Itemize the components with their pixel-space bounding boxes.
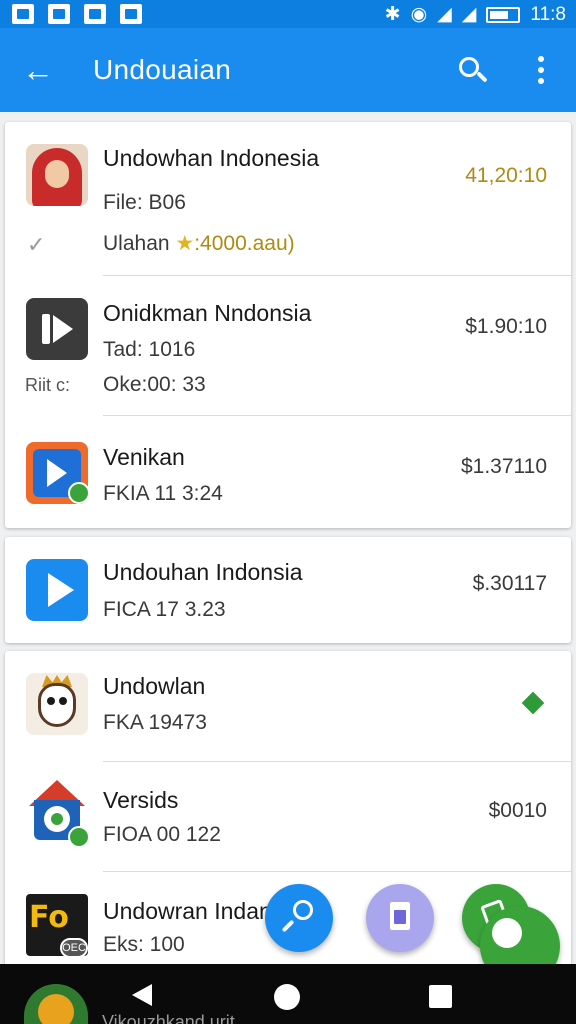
battery-icon [486, 6, 521, 23]
item-title: Undowlan [103, 673, 206, 699]
search-fab[interactable] [265, 884, 333, 952]
item-price: 41,20:10 [465, 164, 547, 187]
circle-icon [492, 918, 522, 948]
item-title: Onidkman Nndonsia [103, 300, 312, 326]
status-bar: ✱ ◉ ◢ ◢ 11:8 [0, 0, 576, 28]
bluetooth-icon: ✱ [384, 4, 401, 25]
item-file: FKIA 11 3:24 [103, 482, 223, 505]
item-title: Undowhan Indonesia [103, 145, 320, 171]
list-item[interactable]: Undowhan Indonesia File: B06 Ulahan ★:40… [5, 122, 571, 276]
shop-icon [120, 4, 142, 24]
peek-text: Vikouzhkand urit [102, 1012, 235, 1024]
more-vert-icon[interactable] [526, 50, 556, 90]
p-icon [84, 4, 106, 24]
signal-icon: ◢ [461, 4, 477, 25]
item-title: Versids [103, 787, 179, 813]
item-file: Tad: 1016 [103, 338, 196, 361]
list-item[interactable]: Undowlan FKA 19473 [5, 651, 571, 762]
system-icons: ✱ ◉ ◢ ◢ 11:8 [385, 3, 566, 26]
item-title: Undouhan Indonsia [103, 559, 303, 585]
item-file: FICA 17 3.23 [103, 598, 226, 621]
item-price: $0010 [488, 799, 547, 822]
hijab-portrait-icon [26, 144, 88, 206]
signal-icon: ◢ [437, 4, 452, 25]
dark-play-icon [26, 298, 88, 360]
rating-label: Ulahan [103, 232, 176, 255]
page-title: Undouaian [93, 54, 232, 85]
blue-play-icon [26, 559, 88, 621]
item-time: Oke:00: 33 [103, 373, 206, 396]
item-title: Venikan [103, 444, 185, 470]
item-rating: Ulahan ★:4000.aau) [103, 231, 295, 256]
search-icon [293, 900, 313, 920]
star-icon: ★ [175, 232, 195, 255]
list-item[interactable]: Versids FIOA 00 122 $0010 [5, 762, 571, 872]
item-price: $.30117 [472, 572, 547, 595]
item-file: Eks: 100 [103, 933, 185, 956]
list-item[interactable]: Undouhan Indonsia FICA 17 3.23 $.30117 [5, 537, 571, 643]
nav-home-icon[interactable] [274, 984, 300, 1010]
wifi-icon: ◉ [410, 4, 428, 25]
item-price: $1.37110 [460, 455, 547, 478]
green-diamond-icon [521, 691, 545, 715]
play-store-icon [48, 4, 70, 24]
back-arrow-icon[interactable]: ← [18, 50, 58, 90]
rating-value: :4000.aau) [194, 232, 295, 255]
app-badge: OEC [60, 938, 88, 958]
list-item[interactable]: Onidkman Nndonsia Tad: 1016 Oke:00: 33 R… [5, 276, 571, 416]
app-bar: ← Undouaian [0, 28, 576, 112]
item-file: File: B06 [103, 191, 186, 214]
nav-back-icon[interactable] [132, 984, 152, 1006]
item-file: FKA 19473 [103, 711, 207, 734]
notification-icons [12, 4, 142, 24]
item-file: FIOA 00 122 [103, 823, 221, 846]
photo-icon [12, 4, 34, 24]
nav-recents-icon[interactable] [429, 985, 452, 1008]
mask-character-icon [26, 673, 88, 735]
item-side-label: Riit c: [25, 375, 70, 395]
verified-badge-icon [68, 826, 90, 848]
check-icon: ✓ [27, 232, 46, 257]
item-title: Undowran Indan [103, 898, 272, 924]
search-icon[interactable] [452, 50, 492, 90]
list-item[interactable]: Venikan FKIA 11 3:24 $1.37110 [5, 416, 571, 528]
app-list-card: Undouhan Indonsia FICA 17 3.23 $.30117 [5, 537, 571, 643]
document-fab[interactable] [366, 884, 434, 952]
verified-badge-icon [68, 482, 90, 504]
item-price: $1.90:10 [465, 315, 547, 338]
clock: 11:8 [530, 3, 566, 25]
document-icon [390, 902, 410, 930]
app-list-card: Undowhan Indonesia File: B06 Ulahan ★:40… [5, 122, 571, 528]
